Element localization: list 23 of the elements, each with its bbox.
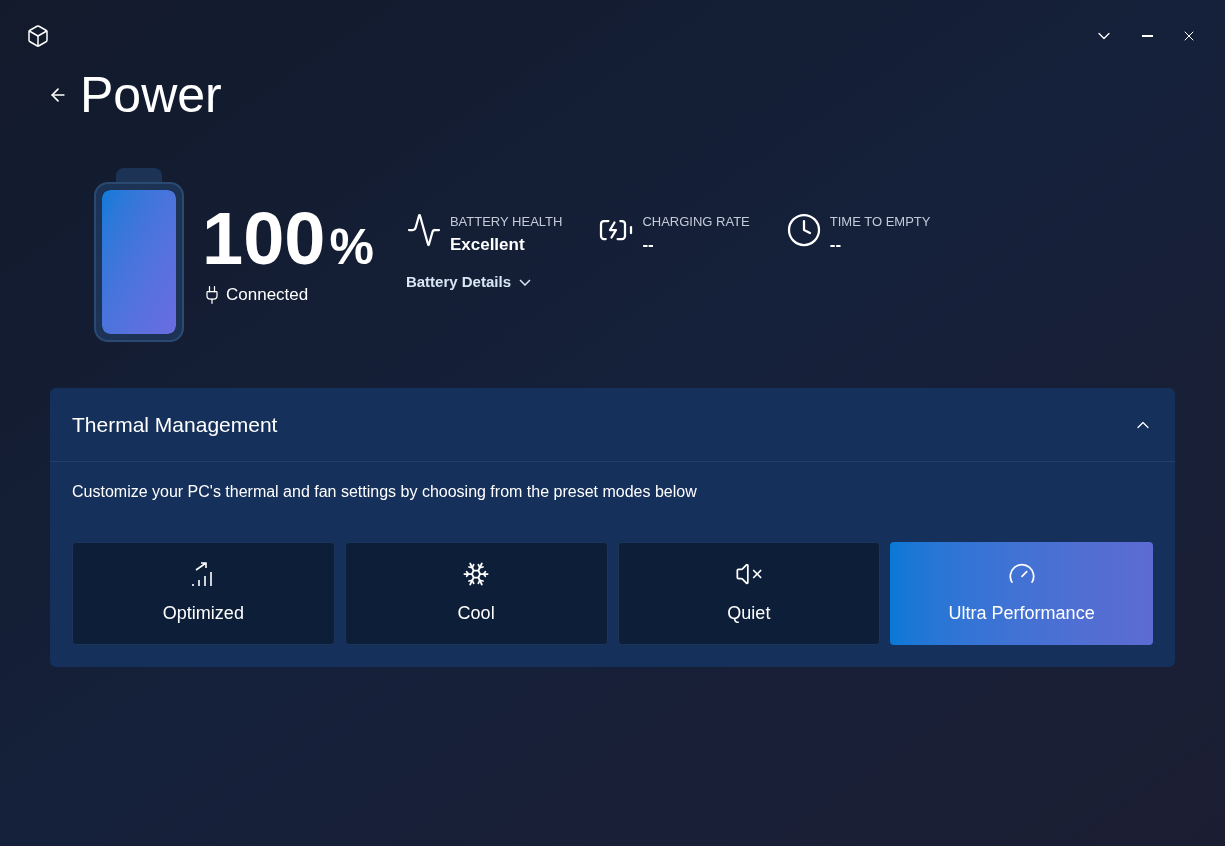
mode-button[interactable]: Quiet [617,542,881,645]
stat-value: -- [642,233,655,256]
mode-button[interactable]: Optimized [72,542,335,645]
connection-status: Connected [226,284,309,306]
chevron-down-icon [519,278,531,286]
stat-value: -- [829,233,843,256]
snowflake-icon [462,560,491,588]
mode-button[interactable]: Ultra Performance [890,542,1153,645]
stat-value: Excellent [449,233,526,256]
minimize-icon [1142,35,1153,37]
percent-sign: % [329,222,374,272]
mode-button[interactable]: Cool [344,542,608,645]
battery-percent: 100 [202,202,326,276]
app-logo-icon [26,24,50,48]
battery-details-link[interactable]: Battery Details [405,271,531,294]
clock-icon [785,212,822,248]
pulse-icon [405,212,442,248]
stat-label: BATTERY HEALTH [449,213,563,231]
stat-label: TIME TO EMPTY [829,213,931,231]
page-title: Power [80,70,222,120]
panel-description: Customize your PC's thermal and fan settings by choosing from the preset modes below [72,482,698,502]
panel-title: Thermal Management [72,411,278,438]
stat-label: CHARGING RATE [642,213,750,231]
